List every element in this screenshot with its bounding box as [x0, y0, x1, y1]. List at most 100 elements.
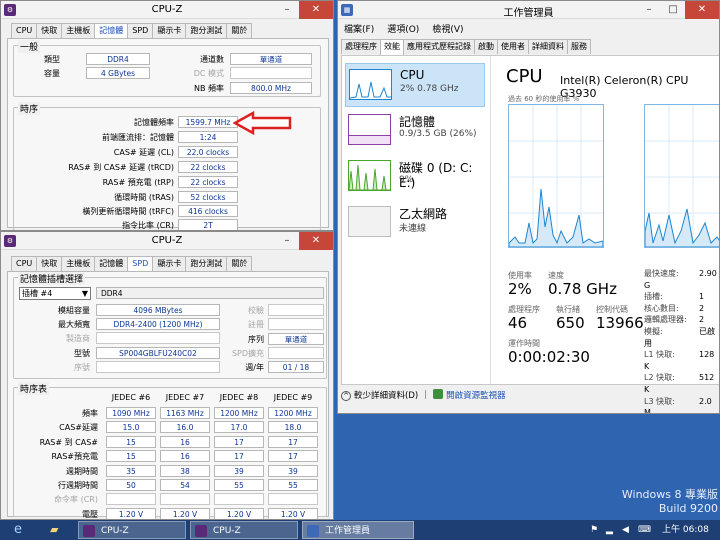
tab-memory[interactable]: 記憶體 [94, 23, 129, 39]
row-label: 行週期時間 [58, 481, 98, 490]
cpu-model: Intel(R) Celeron(R) CPU G3930 [560, 74, 689, 100]
tab-spd[interactable]: SPD [127, 256, 154, 272]
internet-explorer-icon[interactable]: e [14, 521, 22, 539]
cpu-graph-icon [349, 69, 392, 100]
tab-about[interactable]: 關於 [226, 256, 253, 271]
close-button[interactable]: ✕ [299, 232, 333, 250]
close-button[interactable]: ✕ [299, 1, 333, 19]
tab-bench[interactable]: 跑分測試 [185, 256, 228, 271]
timing-cell: 55 [214, 479, 264, 491]
tab-memory[interactable]: 記憶體 [94, 256, 129, 271]
tab-mainboard[interactable]: 主機板 [61, 256, 96, 271]
resource-cpu[interactable]: CPU 2% 0.78 GHz [345, 63, 485, 107]
menu-options[interactable]: 選項(O) [387, 22, 419, 35]
timing-cell: 15 [106, 450, 156, 463]
part-number-value: SP004GBLFU240C02 [96, 347, 220, 359]
ranks-value: 單通道 [268, 333, 324, 345]
timing-cell: 39 [214, 464, 264, 477]
slot-select[interactable]: 插槽 #4 ▼ [19, 287, 91, 300]
tray-network-icon[interactable]: ▂ [606, 521, 613, 539]
footer: ^ 較少詳細資料(D) | 開啟資源監視器 [341, 389, 506, 401]
spec-row: 模擬: 已啟用 [644, 326, 715, 348]
spd-ext-value [268, 347, 324, 359]
minimize-button[interactable]: – [637, 1, 661, 19]
tab-startup[interactable]: 啟動 [474, 39, 498, 54]
spec-row: 核心數目: 2 [644, 303, 705, 313]
tab-graphics[interactable]: 顯示卡 [152, 23, 187, 38]
resource-disk[interactable]: 磁碟 0 (D: C: E:) 9% [345, 155, 485, 199]
tab-about[interactable]: 關於 [226, 23, 253, 38]
correction-value [268, 304, 324, 316]
cpuz-spd-window: ⚙ CPU-Z – ✕ CPU 快取 主機板 記憶體 SPD 顯示卡 跑分測試 關… [0, 231, 334, 520]
tab-app-history[interactable]: 應用程式歷程記錄 [403, 39, 475, 54]
taskbar-app-cpuz-1[interactable]: CPU-Z [78, 521, 186, 539]
titlebar: ⚙ CPU-Z – ✕ [1, 1, 333, 19]
tab-cpu[interactable]: CPU [11, 256, 38, 271]
timing-cell: 17 [268, 450, 318, 463]
timing-cell: 35 [106, 464, 156, 477]
tab-caches[interactable]: 快取 [36, 256, 63, 271]
minimize-button[interactable]: – [275, 1, 299, 19]
tab-cpu[interactable]: CPU [11, 23, 38, 38]
maximize-button[interactable]: □ [661, 1, 685, 19]
timing-cell: 16.0 [160, 421, 210, 434]
taskbar: e ▰ CPU-Z CPU-Z 工作管理員 ⚑ ▂ ◀ ⌨ 上午 06:08 [0, 520, 720, 540]
clock[interactable]: 上午 06:08 [662, 521, 709, 539]
divider [490, 56, 491, 384]
trp-value: 22 clocks [178, 176, 238, 188]
taskbar-app-task-manager[interactable]: 工作管理員 [302, 521, 414, 539]
spec-row: L2 快取: 512 K [644, 373, 715, 394]
row-label: 頻率 [82, 409, 98, 418]
tab-caches[interactable]: 快取 [36, 23, 63, 38]
memory-size-value: 4 GBytes [86, 67, 150, 79]
tray-flag-icon[interactable]: ⚑ [590, 521, 598, 539]
timing-cell [268, 493, 318, 506]
task-manager-window: ▦ 工作管理員 – □ ✕ 檔案(F) 選項(O) 檢視(V) 處理程序 效能 應用… [337, 0, 720, 414]
tray-keyboard-icon[interactable]: ⌨ [638, 521, 651, 539]
tray-volume-icon[interactable]: ◀ [622, 521, 629, 539]
tab-graphics[interactable]: 顯示卡 [152, 256, 187, 271]
fewer-details-link[interactable]: ^ 較少詳細資料(D) [341, 389, 418, 401]
tab-strip: CPU 快取 主機板 記憶體 SPD 顯示卡 跑分測試 關於 [11, 23, 253, 39]
spec-list: 最快速度: 2.90 G 插槽: 1 核心數目: 2 邏輯處理器: 2 模擬: 已啟用 L… [644, 268, 719, 413]
row-label: CAS#延遲 [59, 423, 98, 433]
tab-strip: CPU 快取 主機板 記憶體 SPD 顯示卡 跑分測試 關於 [11, 256, 253, 272]
week-year-value: 01 / 18 [268, 361, 324, 373]
timing-cell: 17 [268, 435, 318, 448]
timing-cell: 1.20 V [160, 507, 210, 519]
column-header: JEDEC #6 [111, 393, 151, 402]
tab-services[interactable]: 服務 [567, 39, 591, 54]
tab-users[interactable]: 使用者 [497, 39, 529, 54]
file-explorer-icon[interactable]: ▰ [50, 521, 58, 539]
row-label: RAS# 到 CAS# [39, 437, 98, 447]
close-button[interactable]: ✕ [685, 1, 719, 19]
tab-performance[interactable]: 效能 [380, 39, 404, 55]
cpu-usage-graph [508, 104, 604, 248]
serial-number-value [96, 361, 220, 373]
menu-view[interactable]: 檢視(V) [432, 22, 463, 35]
open-resource-monitor-link[interactable]: 開啟資源監視器 [433, 389, 506, 401]
menu-file[interactable]: 檔案(F) [344, 22, 374, 35]
spec-row: 邏輯處理器: 2 [644, 315, 705, 325]
tab-processes[interactable]: 處理程序 [341, 39, 381, 54]
taskbar-app-cpuz-2[interactable]: CPU-Z [190, 521, 298, 539]
tab-bench[interactable]: 跑分測試 [185, 23, 228, 38]
memory-graph-icon [348, 114, 391, 145]
timing-cell: 39 [268, 464, 318, 477]
general-group: 一般 類型 DDR4 容量 4 GBytes 通道數 單通道 DC 模式 NB … [13, 40, 321, 97]
timing-cell: 38 [160, 464, 210, 477]
timing-cell: 1163 MHz [160, 407, 210, 419]
timing-cell: 55 [268, 479, 318, 491]
timing-cell: 54 [160, 479, 210, 491]
column-header: JEDEC #9 [273, 393, 313, 402]
tab-mainboard[interactable]: 主機板 [61, 23, 96, 38]
resource-ethernet[interactable]: 乙太網路 未連線 [345, 201, 485, 245]
minimize-button[interactable]: – [275, 232, 299, 250]
utilization-value: 2% [508, 280, 532, 298]
row-label: RAS#預充電 [51, 452, 99, 462]
resource-memory[interactable]: 記憶體 0.9/3.5 GB (26%) [345, 109, 485, 153]
tab-details[interactable]: 詳細資料 [528, 39, 568, 54]
timings-table-group: 時序表 JEDEC #6 JEDEC #7 JEDEC #8 JEDEC #9 … [13, 382, 327, 519]
tab-spd[interactable]: SPD [127, 23, 154, 38]
timing-cell: 50 [106, 479, 156, 491]
